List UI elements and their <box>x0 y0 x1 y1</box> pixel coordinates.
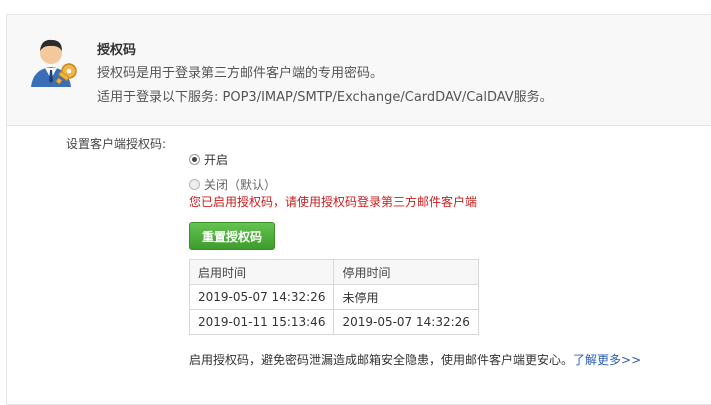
enabled-time-cell: 2019-05-07 14:32:26 <box>188 284 335 310</box>
auth-code-header: 授权码 授权码是用于登录第三方邮件客户端的专用密码。 适用于登录以下服务: PO… <box>7 15 711 126</box>
learn-more-link[interactable]: 了解更多>> <box>573 353 641 367</box>
table-row: 2019-05-07 14:32:26 未停用 <box>188 284 479 310</box>
enabled-time-cell: 2019-01-11 15:13:46 <box>188 309 335 335</box>
radio-enable-button[interactable] <box>189 154 200 165</box>
table-header-row: 启用时间 停用时间 <box>188 259 479 285</box>
table-row: 2019-01-11 15:13:46 2019-05-07 14:32:26 <box>188 309 479 335</box>
client-auth-code-label: 设置客户端授权码: <box>66 137 167 151</box>
column-header-enabled-time: 启用时间 <box>188 259 335 285</box>
description-text: 授权码是用于登录第三方邮件客户端的专用密码。 <box>97 66 384 81</box>
radio-enable-label: 开启 <box>204 153 229 167</box>
column-header-disabled-time: 停用时间 <box>333 259 479 285</box>
status-message: 您已启用授权码，请使用授权码登录第三方邮件客户端 <box>189 195 478 209</box>
reset-auth-code-button[interactable]: 重置授权码 <box>189 222 275 250</box>
radio-disable-label: 关闭（默认） <box>204 178 277 192</box>
page-title: 授权码 <box>97 43 137 58</box>
services-text: 适用于登录以下服务: POP3/IMAP/SMTP/Exchange/CardD… <box>97 90 553 105</box>
radio-disable-button[interactable] <box>189 179 200 190</box>
user-key-icon <box>25 33 81 89</box>
auth-code-history-table: 启用时间 停用时间 2019-05-07 14:32:26 未停用 2019-0… <box>188 259 479 335</box>
radio-disable[interactable]: 关闭（默认） <box>189 176 276 193</box>
security-note: 启用授权码，避免密码泄漏造成邮箱安全隐患，使用邮件客户端更安心。了解更多>> <box>189 351 641 368</box>
disabled-time-cell: 未停用 <box>333 284 479 310</box>
disabled-time-cell: 2019-05-07 14:32:26 <box>333 309 479 335</box>
radio-enable[interactable]: 开启 <box>189 151 228 168</box>
security-note-text: 启用授权码，避免密码泄漏造成邮箱安全隐患，使用邮件客户端更安心。 <box>189 353 574 367</box>
